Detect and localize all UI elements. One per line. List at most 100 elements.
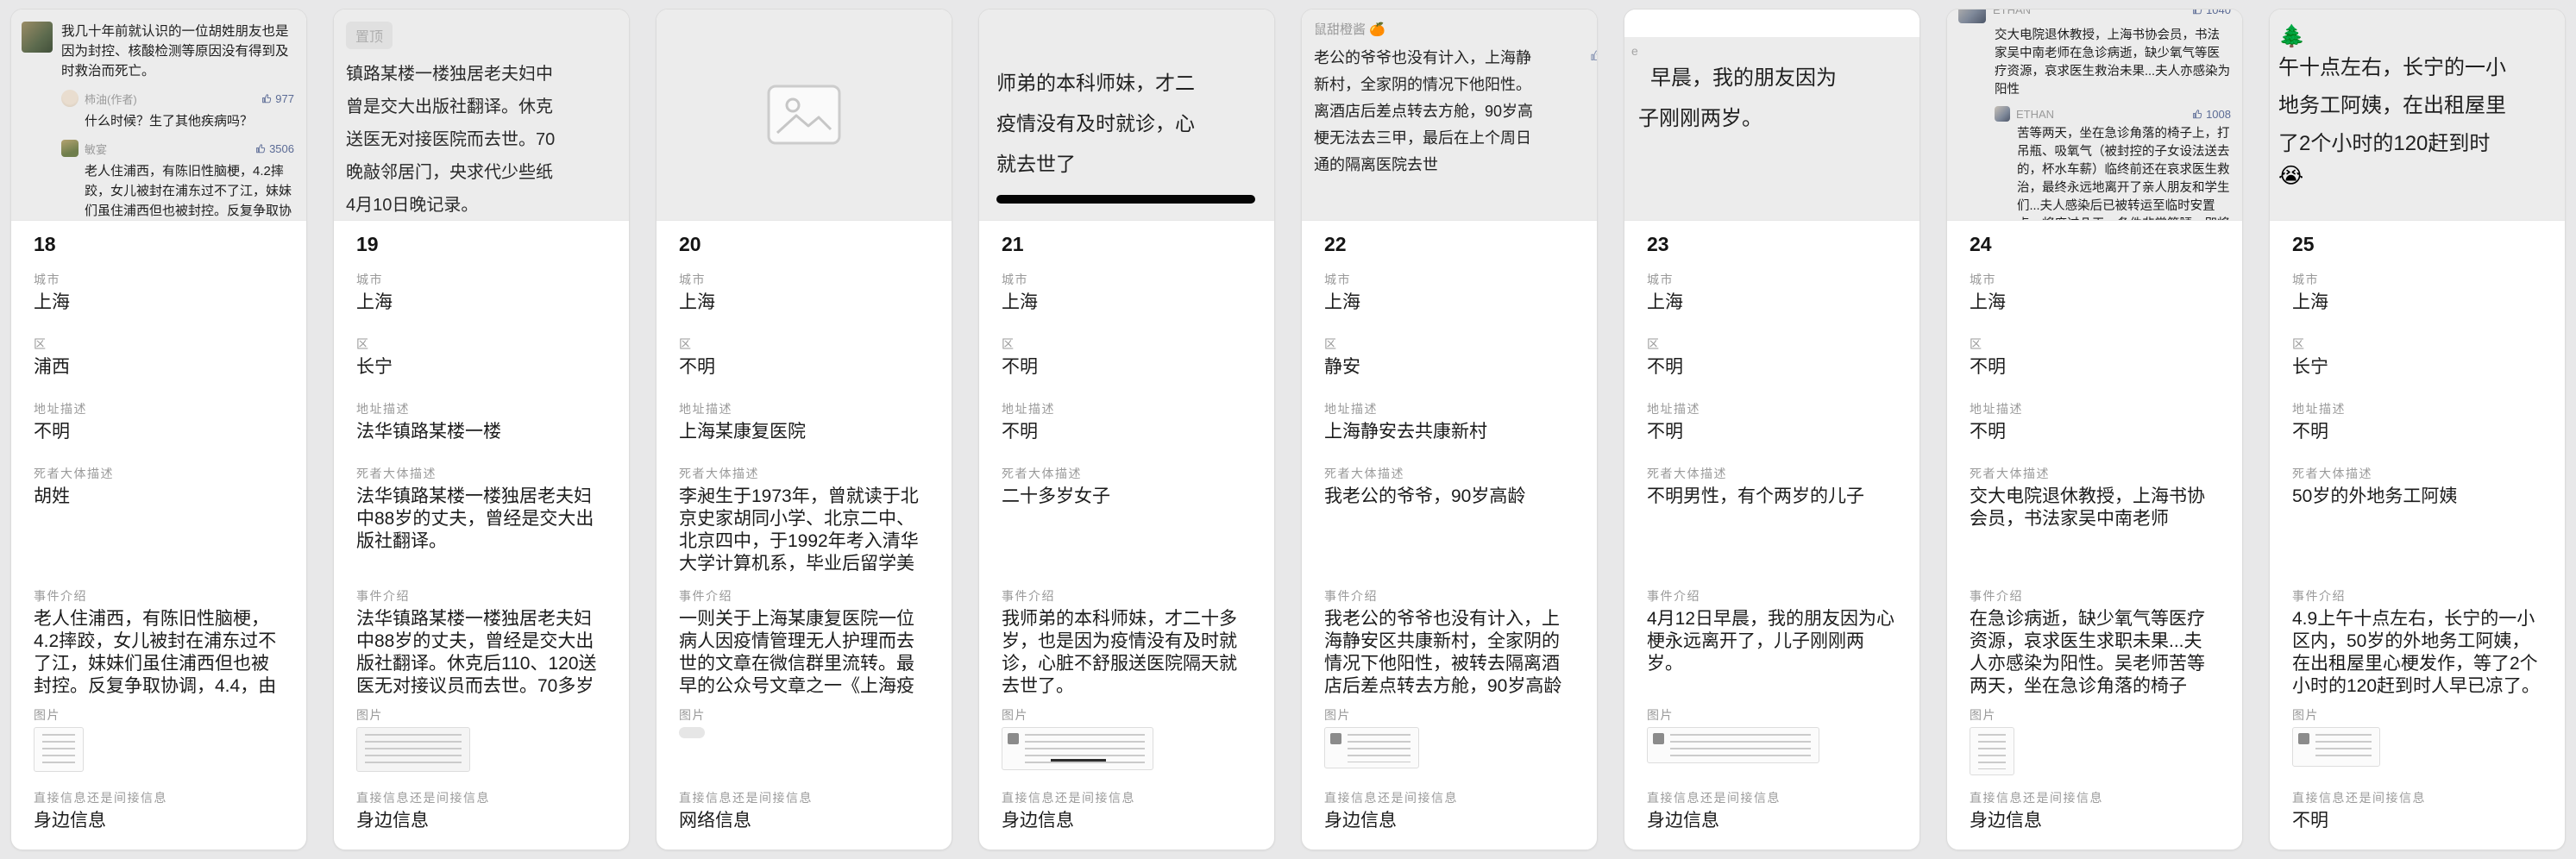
post-text-line: 晚敲邻居门，央求代少些纸 bbox=[346, 156, 617, 189]
post-text-line: 午十点左右，长宁的一小 bbox=[2278, 49, 2565, 87]
field-value-address: 上海某康复医院 bbox=[679, 421, 929, 443]
post-text-line: 镇路某楼一楼独居老夫妇中 bbox=[346, 58, 617, 91]
field-value-direct: 不明 bbox=[2292, 810, 2542, 832]
card-fields: 20 城市上海 区不明 地址描述上海某康复医院 死者大体描述李昶生于1973年，… bbox=[657, 221, 952, 850]
comment-text: 苦等两天，坐在急诊角落的椅子上，打吊瓶、吸氧气（被封控的子女设法送去的，杯水车薪… bbox=[2017, 125, 2231, 221]
field-value-address: 不明 bbox=[34, 421, 284, 443]
field-label-event: 事件介绍 bbox=[356, 587, 606, 601]
field-label-district: 区 bbox=[2292, 335, 2542, 349]
record-card-21[interactable]: 师弟的本科师妹，才二 疫情没有及时就诊，心 就去世了 21 城市上海 区不明 地… bbox=[978, 9, 1275, 850]
field-label-direct: 直接信息还是间接信息 bbox=[679, 789, 929, 803]
cover-screenshot: 我几十年前就认识的一位胡姓朋友也是因为封控、核酸检测等原因没有得到及时救治而死亡… bbox=[11, 9, 306, 221]
field-label-event: 事件介绍 bbox=[679, 587, 929, 601]
image-attachment-thumbnail[interactable] bbox=[679, 727, 705, 738]
field-value-event: 4月12日早晨，我的朋友因为心梗永远离开了，儿子刚刚两岁。 bbox=[1647, 608, 1897, 698]
field-value-direct: 身边信息 bbox=[34, 810, 284, 832]
field-value-deceased: 二十多岁女子 bbox=[1002, 486, 1252, 575]
field-label-city: 城市 bbox=[679, 271, 929, 285]
field-value-district: 长宁 bbox=[356, 356, 606, 379]
like-count-badge: 3506 bbox=[255, 142, 294, 155]
post-text-line: 就去世了 bbox=[996, 144, 1274, 185]
field-value-district: 静安 bbox=[1324, 356, 1574, 379]
post-text-line: 师弟的本科师妹，才二 bbox=[996, 63, 1274, 103]
field-label-city: 城市 bbox=[1324, 271, 1574, 285]
like-count-badge: 977 bbox=[261, 92, 294, 105]
field-value-address: 上海静安去共康新村 bbox=[1324, 421, 1574, 443]
redaction-bar bbox=[996, 195, 1255, 204]
record-card-25[interactable]: 🌲 午十点左右，长宁的一小 地务工阿姨，在出租屋里 了2个小时的120赶到时 😭… bbox=[2269, 9, 2566, 850]
record-number: 20 bbox=[679, 233, 929, 259]
image-attachment-thumbnail[interactable] bbox=[34, 727, 84, 772]
record-card-22[interactable]: 鼠甜橙酱 🍊 老公的爷爷也没有计入，上海静 新村，全家阴的情况下他阳性。 离酒店… bbox=[1301, 9, 1598, 850]
field-label-city: 城市 bbox=[356, 271, 606, 285]
field-value-address: 不明 bbox=[1002, 421, 1252, 443]
poster-name-partial: e bbox=[1631, 44, 1919, 58]
image-attachment-thumbnail[interactable] bbox=[1324, 727, 1419, 768]
avatar bbox=[61, 140, 79, 157]
field-label-direct: 直接信息还是间接信息 bbox=[2292, 789, 2542, 803]
field-label-address: 地址描述 bbox=[1324, 400, 1574, 414]
cover-screenshot: 鼠甜橙酱 🍊 老公的爷爷也没有计入，上海静 新村，全家阴的情况下他阳性。 离酒店… bbox=[1302, 9, 1597, 221]
field-label-event: 事件介绍 bbox=[1970, 587, 2220, 601]
image-attachment-thumbnail[interactable] bbox=[1647, 727, 1819, 763]
record-card-18[interactable]: 我几十年前就认识的一位胡姓朋友也是因为封控、核酸检测等原因没有得到及时救治而死亡… bbox=[10, 9, 307, 850]
like-count: 977 bbox=[275, 92, 294, 105]
field-value-event: 一则关于上海某康复医院一位病人因疫情管理无人护理而去世的文章在微信群里流转。最早… bbox=[679, 608, 929, 698]
field-label-image: 图片 bbox=[356, 706, 606, 720]
field-value-district: 不明 bbox=[679, 356, 929, 379]
record-card-20[interactable]: 20 城市上海 区不明 地址描述上海某康复医院 死者大体描述李昶生于1973年，… bbox=[656, 9, 952, 850]
image-attachment-thumbnail[interactable] bbox=[356, 727, 470, 772]
field-label-city: 城市 bbox=[2292, 271, 2542, 285]
field-value-event: 4.9上午十点左右，长宁的一小区内，50岁的外地务工阿姨，在出租屋里心梗发作，等… bbox=[2292, 608, 2542, 698]
post-text-line: 子刚刚两岁。 bbox=[1638, 98, 1919, 139]
post-text: 交大电院退休教授，上海书协会员，书法家吴中南老师在急诊病逝，缺少氧气等医疗资源，… bbox=[1995, 27, 2231, 99]
post-text-line: 早晨，我的朋友因为 bbox=[1650, 58, 1919, 98]
image-attachment-thumbnail[interactable] bbox=[1002, 727, 1153, 770]
post-text-line: 离酒店后差点转去方舱，90岁高 bbox=[1314, 98, 1588, 125]
field-label-deceased: 死者大体描述 bbox=[1970, 465, 2220, 479]
record-card-24[interactable]: ETHAN 1040 交大电院退休教授，上海书协会员，书法家吴中南老师在急诊病逝… bbox=[1946, 9, 2243, 850]
like-icon bbox=[255, 143, 267, 154]
image-attachment-thumbnail[interactable] bbox=[1970, 727, 2014, 775]
field-label-address: 地址描述 bbox=[679, 400, 929, 414]
record-number: 25 bbox=[2292, 233, 2542, 259]
field-value-city: 上海 bbox=[679, 292, 929, 314]
post-text-line: 通的隔离医院去世 bbox=[1314, 152, 1588, 179]
pinned-badge: 置顶 bbox=[346, 22, 393, 49]
field-value-district: 不明 bbox=[1970, 356, 2220, 379]
field-value-event: 老人住浦西，有陈旧性脑梗，4.2摔跤，女儿被封在浦东过不了江，妹妹们虽住浦西但也… bbox=[34, 608, 284, 698]
field-value-city: 上海 bbox=[1647, 292, 1897, 314]
record-card-23[interactable]: e 早晨，我的朋友因为 子刚刚两岁。 23 城市上海 区不明 地址描述不明 死者… bbox=[1624, 9, 1920, 850]
field-value-address: 法华镇路某楼一楼 bbox=[356, 421, 606, 443]
field-label-city: 城市 bbox=[34, 271, 284, 285]
like-count-badge: 1040 bbox=[2192, 9, 2231, 16]
card-fields: 21 城市上海 区不明 地址描述不明 死者大体描述二十多岁女子 事件介绍我师弟的… bbox=[979, 221, 1274, 850]
field-label-address: 地址描述 bbox=[1002, 400, 1252, 414]
field-label-address: 地址描述 bbox=[356, 400, 606, 414]
field-value-event: 我师弟的本科师妹，才二十多岁，也是因为疫情没有及时就诊，心脏不舒服送医院隔天就去… bbox=[1002, 608, 1252, 698]
record-card-19[interactable]: 置顶 镇路某楼一楼独居老夫妇中 曾是交大出版社翻译。休克 送医无对接医院而去世。… bbox=[333, 9, 630, 850]
field-value-event: 法华镇路某楼一楼独居老夫妇中88岁的丈夫，曾经是交大出版社翻译。休克后110、1… bbox=[356, 608, 606, 698]
card-fields: 18 城市上海 区浦西 地址描述不明 死者大体描述胡姓 事件介绍老人住浦西，有陈… bbox=[11, 221, 306, 850]
field-value-city: 上海 bbox=[1324, 292, 1574, 314]
field-label-image: 图片 bbox=[1970, 706, 2220, 720]
field-value-address: 不明 bbox=[1647, 421, 1897, 443]
field-label-image: 图片 bbox=[1647, 706, 1897, 720]
field-label-district: 区 bbox=[356, 335, 606, 349]
field-label-image: 图片 bbox=[2292, 706, 2542, 720]
avatar bbox=[1653, 733, 1664, 744]
field-value-deceased: 50岁的外地务工阿姨 bbox=[2292, 486, 2542, 575]
post-text-line: 新村，全家阴的情况下他阳性。 bbox=[1314, 72, 1588, 98]
record-number: 24 bbox=[1970, 233, 2220, 259]
field-label-deceased: 死者大体描述 bbox=[2292, 465, 2542, 479]
field-value-district: 不明 bbox=[1002, 356, 1252, 379]
tree-emoji: 🌲 bbox=[2278, 23, 2565, 49]
like-count-badge: 1008 bbox=[2192, 108, 2231, 121]
image-attachment-thumbnail[interactable] bbox=[2292, 727, 2380, 767]
field-value-city: 上海 bbox=[356, 292, 606, 314]
record-number: 23 bbox=[1647, 233, 1897, 259]
field-label-direct: 直接信息还是间接信息 bbox=[1970, 789, 2220, 803]
field-label-city: 城市 bbox=[1002, 271, 1252, 285]
post-text-line: 地务工阿姨，在出租屋里 bbox=[2278, 87, 2565, 125]
cover-screenshot: ETHAN 1040 交大电院退休教授，上海书协会员，书法家吴中南老师在急诊病逝… bbox=[1947, 9, 2242, 221]
